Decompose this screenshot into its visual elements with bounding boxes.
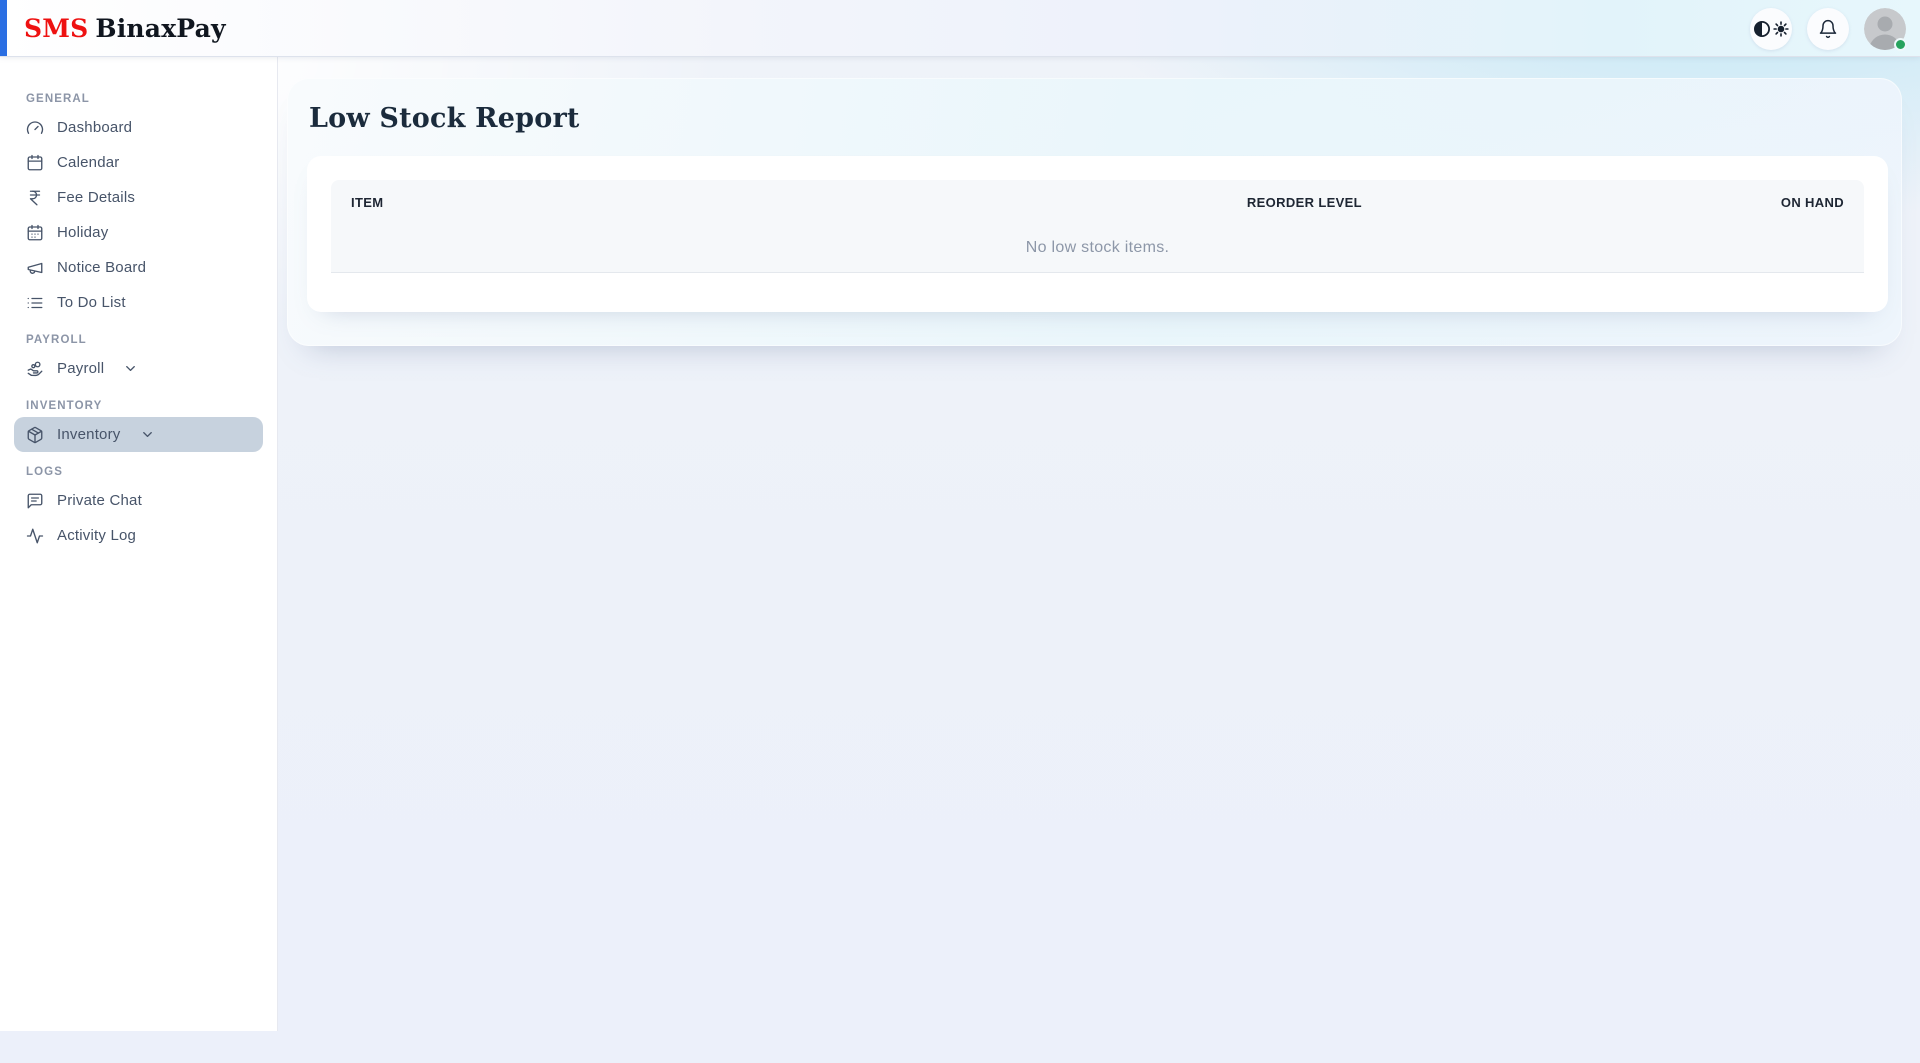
hand-coins-icon bbox=[26, 360, 44, 378]
sidebar-item-label: Holiday bbox=[57, 224, 109, 241]
header-actions bbox=[1750, 0, 1907, 57]
activity-icon bbox=[26, 527, 44, 545]
content-panel: Low Stock Report ITEM REORDER LEVEL ON HAN… bbox=[287, 78, 1902, 346]
package-icon bbox=[26, 426, 44, 444]
sidebar-item-activity-log[interactable]: Activity Log bbox=[14, 518, 263, 553]
dashboard-gauge-icon bbox=[26, 119, 44, 137]
sidebar-item-payroll[interactable]: Payroll bbox=[14, 351, 263, 386]
empty-state-message: No low stock items. bbox=[331, 225, 1864, 273]
report-card: ITEM REORDER LEVEL ON HAND No low stock it… bbox=[307, 156, 1888, 312]
sidebar-item-label: Payroll bbox=[57, 360, 105, 377]
sidebar: GENERAL Dashboard Calendar Fee Details Holid… bbox=[0, 57, 278, 1031]
sidebar-item-label: Activity Log bbox=[57, 527, 137, 544]
sidebar-section-label-payroll: PAYROLL bbox=[26, 334, 87, 346]
sidebar-item-inventory[interactable]: Inventory bbox=[14, 417, 263, 452]
table-empty-row: No low stock items. bbox=[331, 225, 1864, 273]
holiday-calendar-icon bbox=[26, 224, 44, 242]
sidebar-nav: GENERAL Dashboard Calendar Fee Details Holid… bbox=[14, 91, 263, 553]
chevron-down-icon bbox=[123, 361, 138, 376]
online-status-dot bbox=[1894, 37, 1907, 51]
sidebar-item-label: Notice Board bbox=[57, 259, 147, 276]
sidebar-section-label-inventory: INVENTORY bbox=[26, 400, 103, 412]
todo-list-icon bbox=[26, 294, 44, 312]
bell-icon bbox=[1818, 19, 1838, 39]
app-logo: SMS BinaxPay bbox=[24, 14, 226, 43]
sidebar-item-label: Calendar bbox=[57, 154, 120, 171]
sidebar-item-holiday[interactable]: Holiday bbox=[14, 215, 263, 250]
sidebar-item-private-chat[interactable]: Private Chat bbox=[14, 483, 263, 518]
user-avatar[interactable] bbox=[1864, 7, 1907, 51]
page-title: Low Stock Report bbox=[309, 103, 580, 134]
theme-contrast-sun-icon bbox=[1751, 18, 1791, 40]
sidebar-item-label: To Do List bbox=[57, 294, 126, 311]
sidebar-item-label: Inventory bbox=[57, 426, 121, 443]
column-header-reorder-level: REORDER LEVEL bbox=[1246, 195, 1362, 210]
chat-icon bbox=[26, 492, 44, 510]
chevron-down-icon bbox=[140, 427, 155, 442]
logo-product-name: BinaxPay bbox=[95, 13, 226, 43]
app-header: SMS BinaxPay bbox=[0, 0, 1920, 57]
sidebar-item-label: Private Chat bbox=[57, 492, 142, 509]
megaphone-icon bbox=[26, 259, 44, 277]
logo-sms: SMS bbox=[24, 13, 89, 43]
sidebar-item-fee-details[interactable]: Fee Details bbox=[14, 180, 263, 215]
low-stock-table: ITEM REORDER LEVEL ON HAND No low stock it… bbox=[331, 156, 1864, 273]
sidebar-item-to-do-list[interactable]: To Do List bbox=[14, 285, 263, 320]
rupee-icon bbox=[26, 189, 44, 207]
sidebar-item-notice-board[interactable]: Notice Board bbox=[14, 250, 263, 285]
sidebar-item-dashboard[interactable]: Dashboard bbox=[14, 110, 263, 145]
column-header-on-hand: ON HAND bbox=[1780, 195, 1844, 210]
sidebar-section-label-logs: LOGS bbox=[26, 466, 63, 478]
sidebar-section-label-general: GENERAL bbox=[26, 93, 90, 105]
theme-toggle-button[interactable] bbox=[1750, 7, 1792, 50]
sidebar-item-label: Dashboard bbox=[57, 119, 133, 136]
sidebar-item-calendar[interactable]: Calendar bbox=[14, 145, 263, 180]
calendar-icon bbox=[26, 154, 44, 172]
brand-accent-bar bbox=[0, 0, 7, 56]
column-header-item: ITEM bbox=[351, 195, 384, 210]
sidebar-item-label: Fee Details bbox=[57, 189, 136, 206]
notifications-button[interactable] bbox=[1807, 7, 1849, 50]
